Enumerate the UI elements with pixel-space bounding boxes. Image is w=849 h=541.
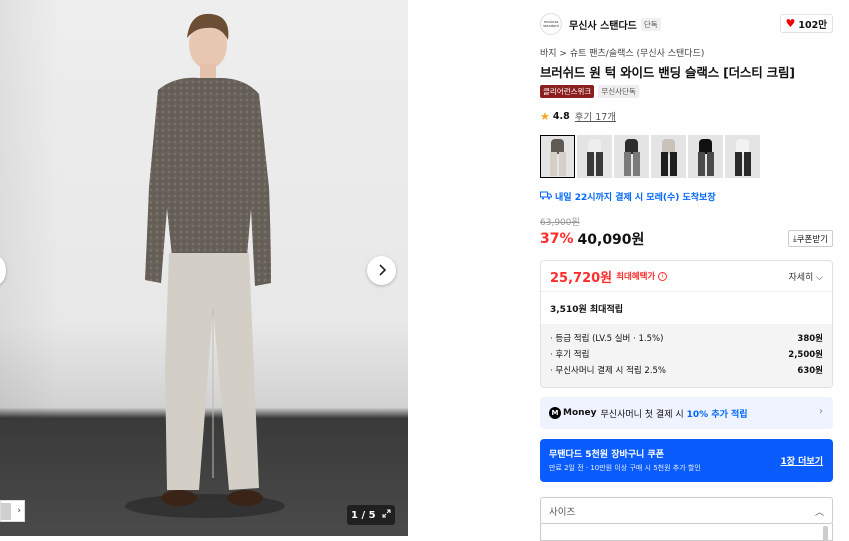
swatch-3[interactable] <box>614 135 649 178</box>
swatch-5[interactable] <box>688 135 723 178</box>
chevron-right-icon <box>377 261 387 280</box>
discount-rate: 37% <box>540 231 574 247</box>
swatch-4[interactable] <box>651 135 686 178</box>
chevron-up-icon: ︿ <box>814 508 824 518</box>
size-select[interactable]: 사이즈 ︿ <box>540 497 833 524</box>
heart-icon: ♥ <box>785 17 796 30</box>
benefit-header[interactable]: 25,720원 최대혜택가 i 자세히 ⌵ <box>541 261 832 291</box>
coupon-download-button[interactable]: ⤓ 쿠폰받기 <box>787 230 833 247</box>
next-image-button[interactable] <box>367 256 396 285</box>
swatch-leg-shape <box>559 152 566 176</box>
coupon-button-label: 쿠폰받기 <box>796 234 828 245</box>
swatch-leg-shape <box>550 152 557 176</box>
star-icon: ★ <box>540 109 550 123</box>
truck-icon <box>540 191 552 203</box>
money-brand-word: Money <box>563 408 597 418</box>
swatch-leg-shape <box>698 152 705 176</box>
cart-coupon-banner[interactable]: 무탠다드 5천원 장바구니 쿠폰 만료 2일 전 · 10만원 이상 구매 시 … <box>540 439 833 482</box>
swatch-leg-shape <box>633 152 640 176</box>
max-benefit-price: 25,720원 <box>550 270 613 286</box>
swatch-leg-shape <box>661 152 668 176</box>
chevron-down-icon: ⌵ <box>816 273 823 283</box>
clearance-badge: 클리어런스위크 <box>540 85 595 98</box>
points-row-label: · 등급 적립 (LV.5 실버 · 1.5%) <box>550 334 664 344</box>
swatch-leg-shape <box>707 152 714 176</box>
swatch-leg-shape <box>624 152 631 176</box>
exclusive-badge: 무신사단독 <box>598 85 639 98</box>
breadcrumb[interactable]: 바지 > 슈트 팬츠/슬랙스 (무신사 스탠다드) <box>540 46 704 59</box>
thumbnail-preview <box>1 503 11 520</box>
money-promo-text: 무신사머니 첫 결제 시 <box>600 409 684 420</box>
max-benefit-label: 최대혜택가 <box>616 272 656 282</box>
points-row: · 등급 적립 (LV.5 실버 · 1.5%) 380원 <box>550 331 823 347</box>
image-counter-text: 1 / 5 <box>351 509 376 521</box>
product-image-gallery[interactable]: › 1 / 5 <box>0 0 408 536</box>
brand-exclusive-tag: 단독 <box>640 17 661 31</box>
benefit-detail-label: 자세히 <box>788 273 814 283</box>
price-row: 37% 40,090원 ⤓ 쿠폰받기 <box>540 229 833 249</box>
info-icon[interactable]: i <box>658 271 668 281</box>
swatch-leg-shape <box>596 152 603 176</box>
badge-row: 클리어런스위크 무신사단독 <box>540 85 639 98</box>
points-row-label: · 무신사머니 결제 시 적립 2.5% <box>550 366 667 376</box>
points-row: · 무신사머니 결제 시 적립 2.5% 630원 <box>550 363 823 379</box>
swatch-2[interactable] <box>577 135 612 178</box>
delivery-text: 내일 22시까지 결제 시 모레(수) 도착보장 <box>555 193 716 203</box>
points-list: · 등급 적립 (LV.5 실버 · 1.5%) 380원 · 후기 적립 2,… <box>541 324 832 387</box>
sale-price: 40,090원 <box>577 232 645 248</box>
rating-row: ★ 4.8 후기 17개 <box>540 109 616 124</box>
thumbnail-toggle[interactable]: › <box>0 500 25 522</box>
points-row-value: 630원 <box>797 366 823 376</box>
product-photo-model <box>125 13 285 518</box>
points-row-value: 380원 <box>797 334 823 344</box>
points-row-value: 2,500원 <box>788 350 823 360</box>
points-row-label: · 후기 적립 <box>550 350 590 360</box>
product-title: 브러쉬드 원 턱 와이드 밴딩 슬랙스 [더스티 크림] <box>540 65 795 80</box>
swatch-leg-shape <box>744 152 751 176</box>
color-swatches <box>540 135 760 178</box>
dropdown-scrollbar[interactable] <box>823 526 828 541</box>
benefit-box: 25,720원 최대혜택가 i 자세히 ⌵ 3,510원 최대적립 · 등급 적… <box>540 260 833 388</box>
brand-logo[interactable]: musinsa standard <box>540 13 562 35</box>
swatch-leg-shape <box>735 152 742 176</box>
brand-row: musinsa standard 무신사 스탠다드 단독 ♥ 102만 <box>540 12 833 36</box>
original-price: 63,900원 <box>540 218 580 228</box>
review-link[interactable]: 후기 17개 <box>575 109 616 123</box>
rating-score: 4.8 <box>552 110 570 122</box>
brand-name[interactable]: 무신사 스탠다드 <box>569 17 637 32</box>
like-count: 102만 <box>798 19 827 31</box>
image-counter: 1 / 5 <box>347 505 395 525</box>
musinsa-money-promo[interactable]: M Money 무신사머니 첫 결제 시 10% 추가 적립 › <box>540 397 833 429</box>
chevron-right-icon: › <box>819 406 823 417</box>
money-logo-icon: M <box>549 407 561 419</box>
points-total: 3,510원 최대적립 <box>550 304 624 315</box>
benefit-detail-toggle[interactable]: 자세히 ⌵ <box>788 270 823 283</box>
money-promo-accent: 10% 추가 적립 <box>686 409 748 420</box>
product-page: › 1 / 5 musinsa standard 무신사 스탠다드 단독 ♥ 1… <box>0 0 849 541</box>
size-dropdown-list[interactable] <box>540 523 833 541</box>
points-row: · 후기 적립 2,500원 <box>550 347 823 363</box>
size-select-placeholder: 사이즈 <box>549 506 576 518</box>
swatch-leg-shape <box>670 152 677 176</box>
coupon-more-link[interactable]: 1장 더보기 <box>780 454 823 467</box>
chevron-right-small-icon: › <box>17 506 21 516</box>
like-button[interactable]: ♥ 102만 <box>779 14 833 33</box>
delivery-guarantee[interactable]: 내일 22시까지 결제 시 모레(수) 도착보장 <box>540 190 716 203</box>
expand-icon[interactable] <box>382 509 391 521</box>
swatch-6[interactable] <box>725 135 760 178</box>
wall-shadow <box>0 0 60 420</box>
swatch-leg-shape <box>587 152 594 176</box>
swatch-1[interactable] <box>540 135 575 178</box>
